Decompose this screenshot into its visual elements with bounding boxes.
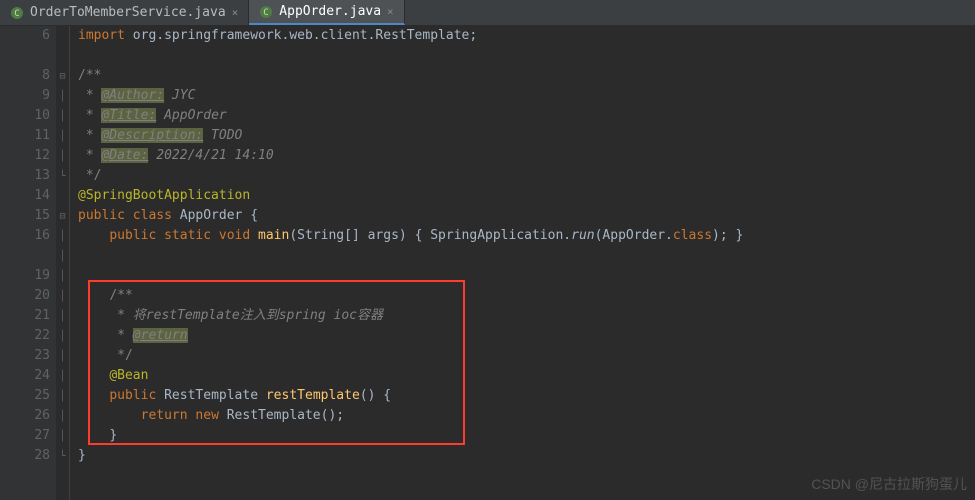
line-number: 22 bbox=[0, 326, 50, 346]
editor-area: 6 8 9 10 11 12 13 14 15 16 19 20 21 22 2… bbox=[0, 26, 975, 500]
line-number: 9 bbox=[0, 86, 50, 106]
fold-expand-icon[interactable]: ⊟ bbox=[56, 206, 69, 226]
code-line: /** bbox=[78, 286, 975, 306]
code-line: @SpringBootApplication bbox=[78, 186, 975, 206]
fold-icon[interactable] bbox=[56, 26, 69, 46]
line-number bbox=[0, 466, 50, 486]
code-line: import org.springframework.web.client.Re… bbox=[78, 26, 975, 46]
line-number: 25 bbox=[0, 386, 50, 406]
code-line bbox=[78, 466, 975, 486]
line-number: 26 bbox=[0, 406, 50, 426]
close-icon[interactable]: × bbox=[387, 5, 394, 18]
tab-label: OrderToMemberService.java bbox=[30, 5, 226, 20]
java-class-icon: C bbox=[10, 6, 24, 20]
code-line: /** bbox=[78, 66, 975, 86]
code-line: } bbox=[78, 446, 975, 466]
line-number: 28 bbox=[0, 446, 50, 466]
tab-app-order[interactable]: C AppOrder.java × bbox=[249, 0, 404, 25]
fold-column[interactable]: ⊟ ││││ └ ⊟ │││ │││ │││ ││└ bbox=[56, 26, 70, 500]
tab-order-to-member-service[interactable]: C OrderToMemberService.java × bbox=[0, 0, 249, 25]
code-line: public RestTemplate restTemplate() { bbox=[78, 386, 975, 406]
code-line: * 将restTemplate注入到spring ioc容器 bbox=[78, 306, 975, 326]
line-number: 10 bbox=[0, 106, 50, 126]
code-line: @Bean bbox=[78, 366, 975, 386]
svg-text:C: C bbox=[14, 9, 19, 19]
code-line: * @Description: TODO bbox=[78, 126, 975, 146]
line-number: 8 bbox=[0, 66, 50, 86]
line-number bbox=[0, 46, 50, 66]
close-icon[interactable]: × bbox=[232, 6, 239, 19]
line-number: 15 bbox=[0, 206, 50, 226]
line-number: 12 bbox=[0, 146, 50, 166]
code-line bbox=[78, 246, 975, 266]
line-number: 16 bbox=[0, 226, 50, 246]
line-number: 24 bbox=[0, 366, 50, 386]
svg-text:C: C bbox=[264, 8, 269, 18]
code-line: * @Date: 2022/4/21 14:10 bbox=[78, 146, 975, 166]
code-line: public static void main(String[] args) {… bbox=[78, 226, 975, 246]
line-number bbox=[0, 246, 50, 266]
code-line: * @Title: AppOrder bbox=[78, 106, 975, 126]
code-line: * @return bbox=[78, 326, 975, 346]
code-line bbox=[78, 266, 975, 286]
line-number: 6 bbox=[0, 26, 50, 46]
code-editor[interactable]: import org.springframework.web.client.Re… bbox=[70, 26, 975, 500]
line-number: 23 bbox=[0, 346, 50, 366]
line-number: 14 bbox=[0, 186, 50, 206]
java-class-icon: C bbox=[259, 5, 273, 19]
fold-expand-icon[interactable]: ⊟ bbox=[56, 66, 69, 86]
line-number: 20 bbox=[0, 286, 50, 306]
tab-bar: C OrderToMemberService.java × C AppOrder… bbox=[0, 0, 975, 26]
line-number: 19 bbox=[0, 266, 50, 286]
line-number: 27 bbox=[0, 426, 50, 446]
line-number-gutter[interactable]: 6 8 9 10 11 12 13 14 15 16 19 20 21 22 2… bbox=[0, 26, 56, 500]
code-line: } bbox=[78, 426, 975, 446]
code-line bbox=[78, 46, 975, 66]
tab-label: AppOrder.java bbox=[279, 4, 381, 19]
code-line: */ bbox=[78, 166, 975, 186]
code-line: */ bbox=[78, 346, 975, 366]
code-line: public class AppOrder { bbox=[78, 206, 975, 226]
line-number: 11 bbox=[0, 126, 50, 146]
code-line: return new RestTemplate(); bbox=[78, 406, 975, 426]
line-number: 21 bbox=[0, 306, 50, 326]
line-number: 13 bbox=[0, 166, 50, 186]
code-line: * @Author: JYC bbox=[78, 86, 975, 106]
